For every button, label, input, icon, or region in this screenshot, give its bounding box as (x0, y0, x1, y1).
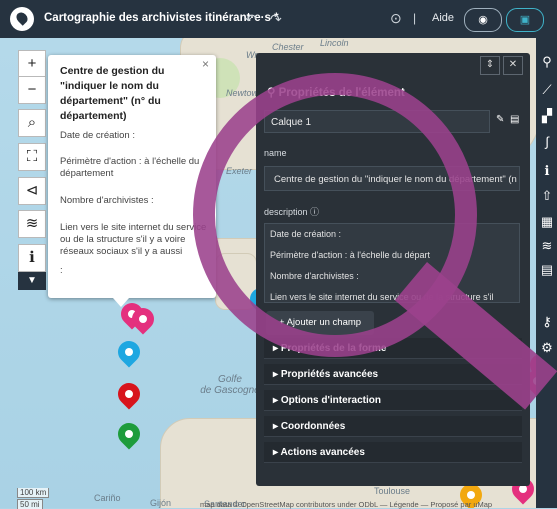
draw-curve-icon[interactable]: ∫ (539, 134, 555, 150)
more-controls-button[interactable]: ▼ (18, 272, 46, 290)
key-icon[interactable]: ⚷ (539, 314, 555, 330)
layers-icon[interactable]: ≋ (539, 238, 555, 254)
scale-km: 100 km (17, 488, 50, 498)
map-label-golfe: Golfe de Gascogne (200, 374, 260, 396)
zoom-out-button[interactable]: − (18, 76, 46, 104)
map-label-gijon: Gijón (150, 498, 172, 508)
table-icon[interactable]: ▤ (539, 262, 555, 278)
help-link[interactable]: Aide (432, 12, 454, 24)
marker-green[interactable] (113, 418, 145, 450)
map-label-toulouse: Toulouse (374, 486, 411, 496)
undo-icon[interactable]: ↶ (245, 11, 257, 28)
marker-blue[interactable] (113, 336, 145, 368)
close-icon[interactable]: ✕ (503, 56, 523, 75)
map-label-newtown: Newtow (226, 88, 259, 98)
map-title[interactable]: Cartographie des archivistes itinérant·e… (44, 12, 279, 24)
search-icon[interactable]: ⌕ (18, 109, 46, 137)
popup-nombre: Nombre d'archivistes : (60, 195, 154, 206)
popup-colon: : (60, 265, 63, 276)
map-label-lincoln: Lincoln (320, 38, 349, 48)
popup-title: Centre de gestion du "indiquer le nom du… (60, 65, 165, 122)
section-interaction-options[interactable]: ▸ Options d'interaction (264, 390, 522, 411)
redo-icon[interactable]: ↷ (270, 11, 282, 28)
section-coordinates[interactable]: ▸ Coordonnées (264, 416, 522, 437)
popup-lien: Lien vers le site internet du service ou… (60, 222, 207, 257)
gear-icon[interactable]: ⚙ (539, 340, 555, 356)
popup-tip (113, 298, 129, 307)
collapse-icon[interactable]: ⇕ (480, 56, 500, 75)
map-label-chester: Chester (272, 42, 304, 52)
save-icon: ▣ (519, 14, 531, 26)
marker-popup: Centre de gestion du "indiquer le nom du… (48, 55, 216, 298)
edit-toolbar: ⚲ ⟋ ▞ ∫ ℹ ⇧ ▦ ≋ ▤ ⚷ ⚙ (536, 38, 557, 508)
separator: | (413, 11, 417, 25)
draw-polygon-icon[interactable]: ▞ (539, 108, 555, 124)
close-icon[interactable]: × (202, 57, 209, 71)
popup-perimetre: Périmètre d'action : à l'échelle du dépa… (60, 156, 200, 179)
preview-button[interactable]: ◉ (464, 8, 502, 32)
share-icon[interactable]: ⊲ (18, 177, 46, 205)
save-button[interactable]: ▣ (506, 8, 544, 32)
umap-logo-icon[interactable] (10, 7, 34, 31)
info-icon[interactable]: ℹ (18, 244, 46, 272)
map-label-carino: Cariño (94, 493, 121, 503)
tiles-icon[interactable]: ▦ (539, 214, 555, 230)
popup-date: Date de création : (60, 130, 135, 141)
user-icon[interactable]: ⊙ (390, 10, 402, 27)
upload-icon[interactable]: ⇧ (539, 188, 555, 204)
info-icon[interactable]: ℹ (539, 163, 555, 179)
marker-red[interactable] (113, 378, 145, 410)
section-advanced-actions[interactable]: ▸ Actions avancées (264, 442, 522, 463)
draw-marker-icon[interactable]: ⚲ (539, 54, 555, 70)
fullscreen-icon[interactable]: ⛶ (18, 143, 46, 171)
edit-layer-icon[interactable]: ✎ (496, 114, 504, 125)
eye-icon: ◉ (478, 14, 488, 26)
zoom-in-button[interactable]: + (18, 50, 46, 78)
draw-line-icon[interactable]: ⟋ (539, 82, 555, 98)
layers-icon[interactable]: ≋ (18, 210, 46, 238)
top-bar: Cartographie des archivistes itinérant·e… (0, 0, 557, 38)
table-icon[interactable]: ▤ (510, 114, 519, 125)
